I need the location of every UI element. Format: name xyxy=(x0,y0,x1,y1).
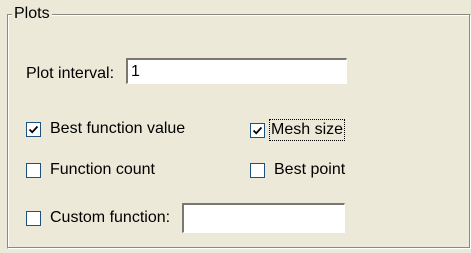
check-mark-icon xyxy=(28,125,39,133)
plots-panel: Plots Plot interval: Best function value… xyxy=(0,0,471,253)
checkbox-box[interactable] xyxy=(26,210,41,226)
best-function-value-label: Best function value xyxy=(50,120,186,137)
plot-interval-input[interactable] xyxy=(126,58,347,84)
custom-function-input[interactable] xyxy=(182,203,345,233)
best-point-checkbox[interactable]: Best point xyxy=(250,160,345,180)
checkbox-box[interactable] xyxy=(26,162,41,178)
mesh-size-label: Mesh size xyxy=(269,119,346,141)
best-function-value-checkbox[interactable]: Best function value xyxy=(26,119,185,139)
function-count-label: Function count xyxy=(50,161,155,178)
check-mark-icon xyxy=(252,126,263,134)
custom-function-checkbox[interactable]: Custom function: xyxy=(26,208,170,228)
plots-group-title: Plots xyxy=(12,5,52,23)
mesh-size-checkbox[interactable]: Mesh size xyxy=(250,119,346,141)
custom-function-label: Custom function: xyxy=(50,209,171,226)
checkbox-box[interactable] xyxy=(250,122,265,138)
plot-interval-label: Plot interval: xyxy=(26,65,115,82)
function-count-checkbox[interactable]: Function count xyxy=(26,160,155,180)
checkbox-box[interactable] xyxy=(250,162,265,178)
checkbox-box[interactable] xyxy=(26,121,41,137)
best-point-label: Best point xyxy=(274,161,346,178)
